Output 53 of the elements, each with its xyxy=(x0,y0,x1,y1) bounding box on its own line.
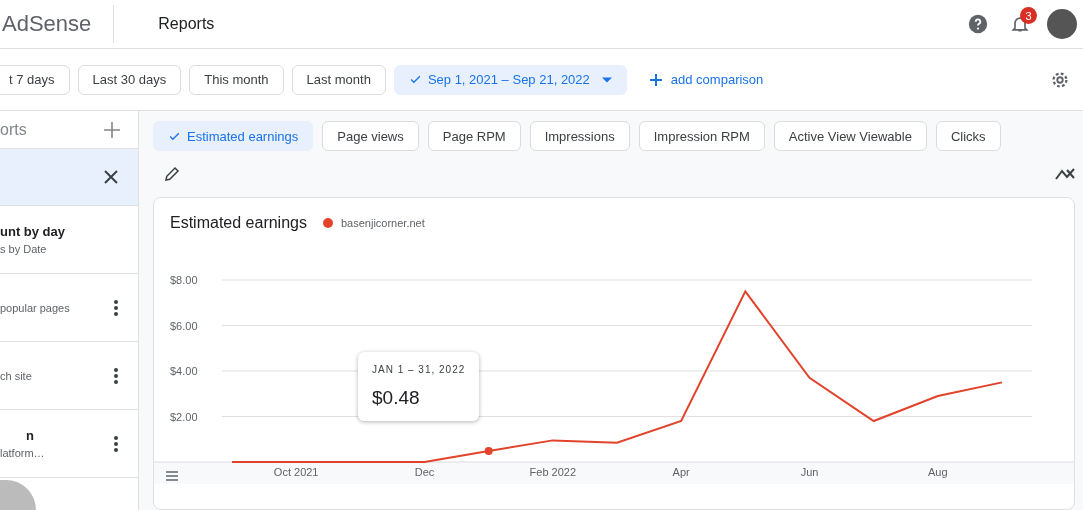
date-range-chip[interactable]: t 7 days xyxy=(0,64,70,95)
date-range-chip[interactable]: Last 30 days xyxy=(77,64,182,95)
plus-icon[interactable] xyxy=(104,121,120,138)
trend-icon[interactable] xyxy=(1055,167,1075,181)
y-axis-label: $6.00 xyxy=(170,319,198,332)
tooltip-date: JAN 1 – 31, 2022 xyxy=(372,364,466,375)
add-comparison-link[interactable]: add comparison xyxy=(642,71,1041,88)
report-description: ch site xyxy=(0,369,32,382)
metric-chip[interactable]: Page views xyxy=(322,121,419,151)
sidebar-title: orts xyxy=(0,120,27,139)
x-axis-label: Oct 2021 xyxy=(273,466,319,478)
page-title: Reports xyxy=(158,15,216,33)
metric-chip[interactable]: Active View Viewable xyxy=(773,121,927,151)
report-description: s by Date xyxy=(0,243,48,256)
date-range-chip[interactable]: Last month xyxy=(291,64,386,95)
x-axis-label: Jun xyxy=(800,466,819,478)
tooltip-value: $0.48 xyxy=(372,387,421,409)
more-icon[interactable] xyxy=(114,367,118,384)
plus-icon xyxy=(648,72,663,87)
help-icon[interactable] xyxy=(967,13,989,35)
caret-icon xyxy=(601,76,612,83)
brand-name: AdSense xyxy=(0,5,115,43)
report-description: popular pages xyxy=(0,301,70,314)
notification-badge: 3 xyxy=(1020,7,1037,24)
metric-chip[interactable]: Impression RPM xyxy=(638,121,765,151)
y-axis-label: $8.00 xyxy=(170,274,198,286)
report-name: n xyxy=(25,428,35,444)
report-description: latform… xyxy=(0,447,45,460)
chart-title: Estimated earnings xyxy=(170,214,307,232)
data-point xyxy=(484,447,493,456)
legend-label: basenjicorner.net xyxy=(340,217,425,229)
more-icon[interactable] xyxy=(114,299,118,316)
y-axis-label: $2.00 xyxy=(170,410,198,423)
report-name: unt by day xyxy=(0,224,65,240)
metric-chip[interactable]: Estimated earnings xyxy=(153,121,314,151)
notifications-icon[interactable] xyxy=(1010,14,1030,34)
x-axis-label: Aug xyxy=(928,466,948,478)
x-axis-label: Apr xyxy=(672,466,690,478)
x-axis-label: Dec xyxy=(414,466,435,478)
avatar[interactable] xyxy=(1047,9,1077,39)
metric-chip[interactable]: Clicks xyxy=(935,121,1001,151)
photo-placeholder xyxy=(0,480,36,510)
x-axis-label: Feb 2022 xyxy=(529,466,577,478)
more-icon[interactable] xyxy=(114,435,118,452)
metric-chip[interactable]: Page RPM xyxy=(427,121,521,151)
close-icon[interactable] xyxy=(104,170,118,185)
check-icon xyxy=(408,73,422,86)
table-toggle-icon[interactable] xyxy=(165,471,179,481)
date-range-chip[interactable]: This month xyxy=(189,64,284,95)
y-axis-label: $4.00 xyxy=(170,365,198,377)
date-range-chip[interactable]: Sep 1, 2021 – Sep 21, 2022 xyxy=(393,64,627,95)
metric-chip[interactable]: Impressions xyxy=(529,121,630,151)
pencil-icon[interactable] xyxy=(163,165,181,183)
